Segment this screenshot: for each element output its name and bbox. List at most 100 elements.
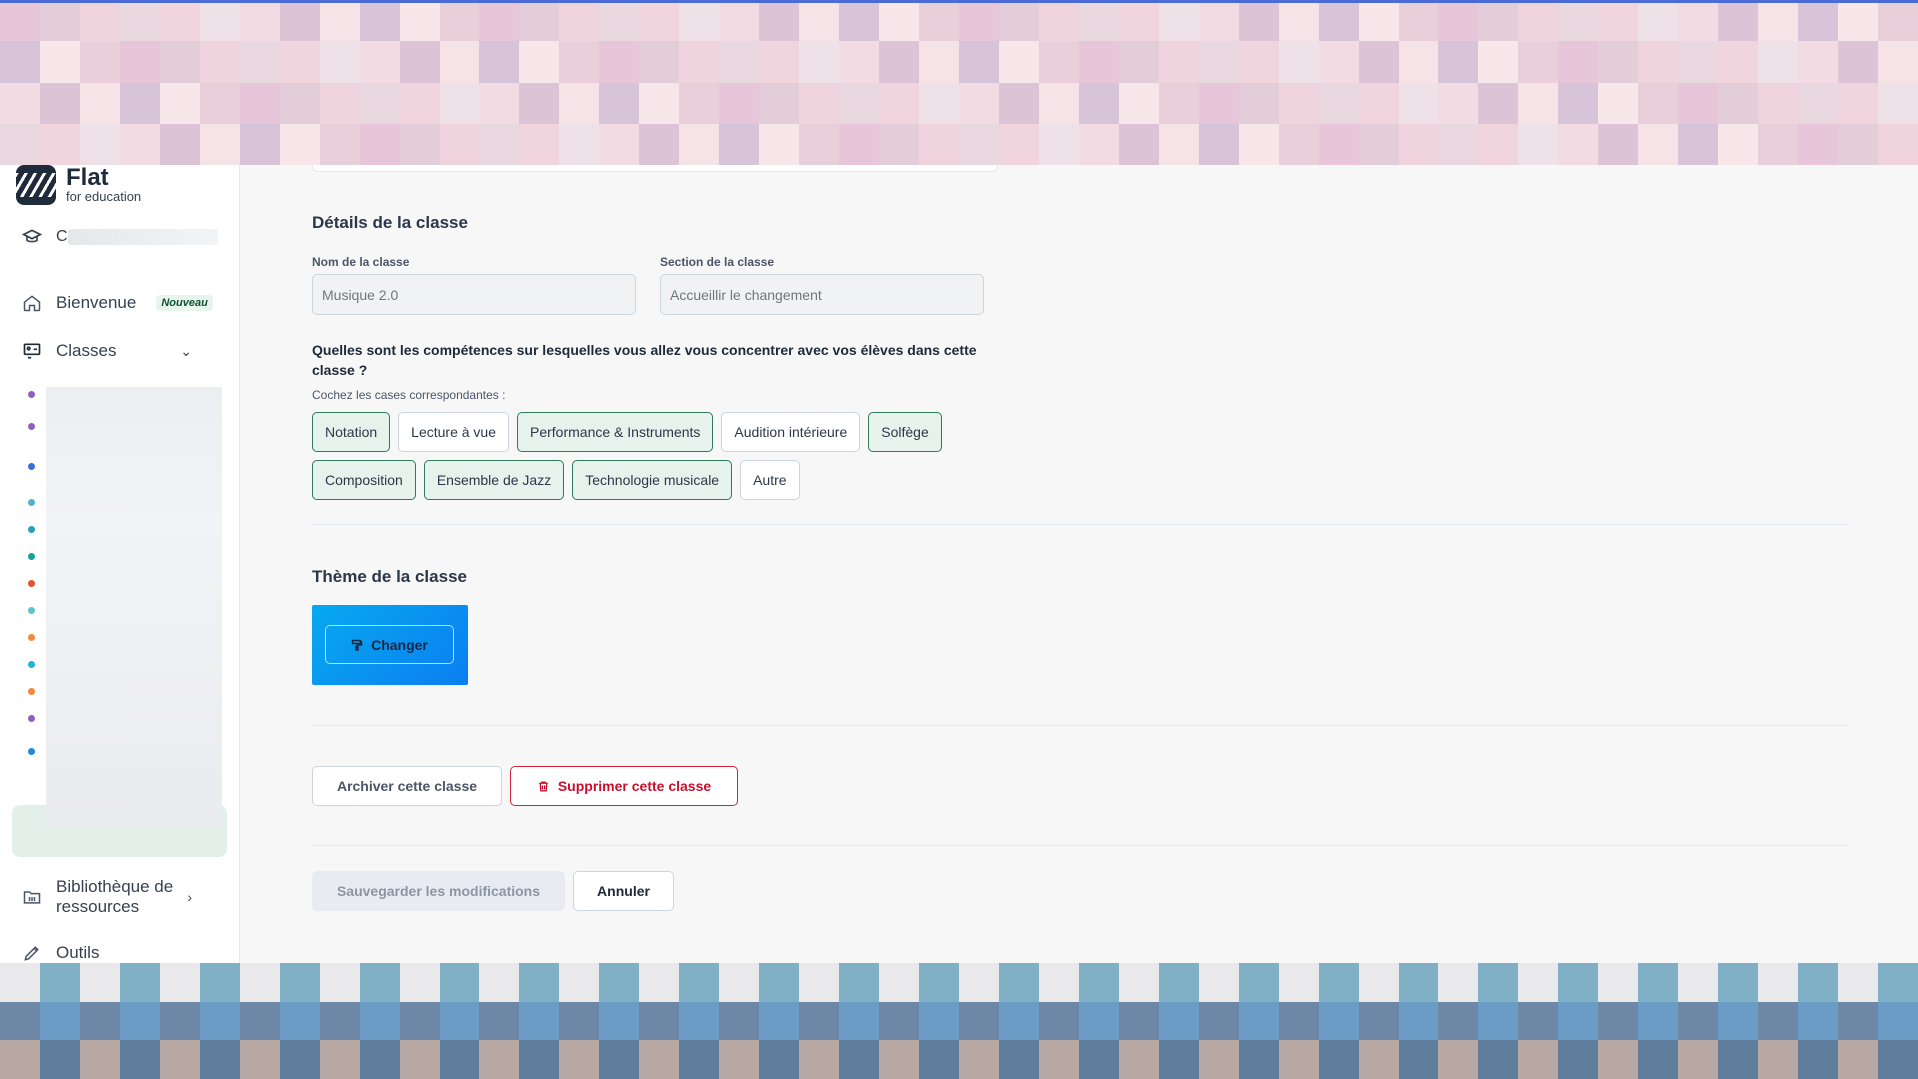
mosaic-cell bbox=[1158, 41, 1199, 83]
delete-class-button[interactable]: Supprimer cette classe bbox=[510, 766, 738, 806]
cancel-button[interactable]: Annuler bbox=[573, 871, 674, 911]
mosaic-cell bbox=[759, 1040, 800, 1079]
class-section-input[interactable] bbox=[660, 274, 984, 315]
mosaic-cell bbox=[1718, 0, 1759, 42]
mosaic-cell bbox=[958, 123, 999, 165]
mosaic-cell bbox=[1398, 82, 1439, 124]
save-changes-button[interactable]: Sauvegarder les modifications bbox=[312, 871, 565, 911]
mosaic-cell bbox=[679, 123, 720, 165]
mosaic-cell bbox=[79, 82, 120, 124]
chevron-right-icon[interactable]: › bbox=[187, 889, 192, 905]
sidebar-item-tools[interactable]: Outils bbox=[22, 943, 99, 963]
mosaic-cell bbox=[1718, 41, 1759, 83]
mosaic-cell bbox=[1318, 123, 1359, 165]
mosaic-cell bbox=[1358, 123, 1399, 165]
mosaic-cell bbox=[1798, 963, 1839, 1002]
mosaic-cell bbox=[559, 0, 600, 42]
sidebar-item-classes[interactable]: Classes ⌄ bbox=[22, 341, 218, 361]
class-name-input[interactable] bbox=[312, 274, 636, 315]
mosaic-cell bbox=[998, 1001, 1039, 1041]
mosaic-cell bbox=[719, 123, 760, 165]
mosaic-cell bbox=[1078, 123, 1119, 165]
mosaic-cell bbox=[759, 963, 800, 1002]
mosaic-cell bbox=[1838, 41, 1879, 83]
mosaic-cell bbox=[399, 41, 440, 83]
mosaic-cell bbox=[1678, 0, 1719, 42]
mosaic-cell bbox=[479, 123, 520, 165]
mosaic-cell bbox=[1318, 1040, 1359, 1079]
mosaic-cell bbox=[519, 41, 560, 83]
mosaic-cell bbox=[0, 963, 40, 1002]
mosaic-cell bbox=[159, 41, 200, 83]
mosaic-cell bbox=[1638, 0, 1679, 42]
mosaic-cell bbox=[759, 82, 800, 124]
mosaic-cell bbox=[1638, 963, 1679, 1002]
mosaic-cell bbox=[998, 41, 1039, 83]
archive-class-button[interactable]: Archiver cette classe bbox=[312, 766, 502, 806]
mosaic-cell bbox=[559, 82, 600, 124]
blurred-header-overlay bbox=[0, 0, 1918, 165]
mosaic-cell bbox=[1518, 82, 1559, 124]
skill-chip[interactable]: Notation bbox=[312, 412, 391, 452]
mosaic-cell bbox=[839, 963, 880, 1002]
mosaic-cell bbox=[1878, 41, 1918, 83]
mosaic-cell bbox=[719, 963, 760, 1002]
mosaic-cell bbox=[159, 0, 200, 42]
mosaic-cell bbox=[359, 1040, 400, 1079]
mosaic-cell bbox=[839, 82, 880, 124]
mosaic-cell bbox=[239, 82, 280, 124]
change-theme-button[interactable]: Changer bbox=[325, 625, 454, 664]
class-settings-form: Détails de la classe Nom de la classe Se… bbox=[240, 162, 1918, 963]
skill-chip[interactable]: Audition intérieure bbox=[721, 412, 861, 452]
section-divider bbox=[312, 524, 1848, 525]
mosaic-cell bbox=[1118, 1040, 1159, 1079]
skill-chip[interactable]: Ensemble de Jazz bbox=[423, 460, 565, 500]
school-selector[interactable]: C bbox=[22, 227, 218, 247]
mosaic-cell bbox=[1078, 963, 1119, 1002]
mosaic-cell bbox=[879, 123, 920, 165]
mosaic-cell bbox=[559, 41, 600, 83]
mosaic-cell bbox=[1718, 123, 1759, 165]
mosaic-cell bbox=[998, 0, 1039, 42]
mosaic-cell bbox=[559, 1001, 600, 1041]
mosaic-cell bbox=[1518, 41, 1559, 83]
mosaic-cell bbox=[399, 82, 440, 124]
mosaic-cell bbox=[1758, 123, 1799, 165]
skill-chip[interactable]: Performance & Instruments bbox=[517, 412, 714, 452]
chevron-down-icon[interactable]: ⌄ bbox=[180, 343, 192, 360]
mosaic-cell bbox=[1038, 123, 1079, 165]
mosaic-cell bbox=[239, 123, 280, 165]
mosaic-cell bbox=[1718, 1040, 1759, 1079]
cancel-label: Annuler bbox=[597, 883, 650, 899]
mosaic-cell bbox=[479, 1040, 520, 1079]
mosaic-cell bbox=[279, 41, 320, 83]
sidebar-item-library[interactable]: Bibliothèque de ressources › bbox=[22, 877, 218, 917]
skill-chip[interactable]: Solfège bbox=[868, 412, 942, 452]
mosaic-cell bbox=[1118, 82, 1159, 124]
skill-chip[interactable]: Autre bbox=[740, 460, 800, 500]
mosaic-cell bbox=[1358, 82, 1399, 124]
brand-logo[interactable]: Flat for education bbox=[16, 165, 141, 205]
mosaic-cell bbox=[1878, 1001, 1918, 1041]
skill-chip[interactable]: Technologie musicale bbox=[572, 460, 733, 500]
mosaic-cell bbox=[1398, 123, 1439, 165]
mosaic-cell bbox=[1638, 1040, 1679, 1079]
skill-chip[interactable]: Lecture à vue bbox=[398, 412, 509, 452]
skill-chip[interactable]: Composition bbox=[312, 460, 416, 500]
mosaic-cell bbox=[998, 82, 1039, 124]
sidebar-item-welcome[interactable]: Bienvenue Nouveau bbox=[22, 293, 213, 313]
mosaic-cell bbox=[79, 963, 120, 1002]
mosaic-cell bbox=[1558, 0, 1599, 42]
mosaic-cell bbox=[919, 41, 959, 83]
mosaic-cell bbox=[919, 0, 959, 42]
mosaic-cell bbox=[0, 0, 40, 42]
class-color-dot bbox=[28, 423, 35, 430]
mosaic-cell bbox=[759, 123, 800, 165]
mosaic-cell bbox=[479, 0, 520, 42]
mosaic-cell bbox=[1078, 0, 1119, 42]
mosaic-cell bbox=[919, 963, 959, 1002]
mosaic-cell bbox=[359, 41, 400, 83]
mosaic-cell bbox=[1038, 82, 1079, 124]
mosaic-cell bbox=[79, 123, 120, 165]
mosaic-cell bbox=[1838, 0, 1879, 42]
